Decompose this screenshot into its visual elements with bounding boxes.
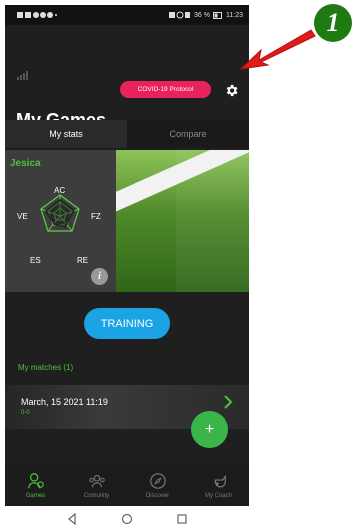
nav-label-my-coach: My Coach: [204, 492, 232, 499]
gear-icon[interactable]: [224, 83, 239, 98]
nav-label-games: Games: [25, 492, 46, 499]
annotation-arrow-icon: [239, 29, 316, 70]
nav-label-discover: Discover: [145, 492, 170, 499]
nav-label-community: Comunity: [83, 492, 110, 499]
radar-panel: Jesica AC VE FZ ES RE i: [5, 150, 116, 292]
radar-label-ac: AC: [54, 186, 66, 195]
tab-compare[interactable]: Compare: [127, 120, 249, 148]
bottom-nav: Games Comunity Discover My Coach: [5, 464, 249, 506]
stats-tabs: My stats Compare: [5, 120, 249, 148]
clock: 11:23: [226, 11, 243, 19]
status-right: 36 % 11:23: [169, 11, 243, 19]
signal-strength-icon: [17, 71, 28, 80]
info-icon[interactable]: i: [91, 268, 108, 285]
training-button[interactable]: TRAINING: [84, 308, 170, 339]
radar-label-fz: FZ: [91, 212, 101, 221]
nav-discover[interactable]: Discover: [127, 464, 188, 506]
games-icon: [27, 472, 44, 488]
header: COVID-19 Protocol My Games: [5, 25, 249, 130]
chevron-right-icon[interactable]: [223, 395, 233, 409]
back-triangle-icon[interactable]: [66, 513, 78, 525]
status-bar: 36 % 11:23: [5, 5, 249, 25]
notification-icons: [17, 12, 57, 18]
field-image: [116, 150, 249, 292]
compass-icon: [149, 472, 166, 489]
community-icon: [88, 474, 105, 487]
home-circle-icon[interactable]: [121, 513, 133, 525]
status-icons: [169, 11, 191, 19]
system-nav-bar: [5, 506, 249, 532]
covid-protocol-button[interactable]: COVID-19 Protocol: [120, 81, 211, 98]
battery-icon: [213, 11, 222, 19]
tab-my-stats[interactable]: My stats: [5, 120, 127, 148]
my-matches-label: My matches (1): [18, 363, 74, 372]
whistle-icon: [214, 474, 226, 487]
nav-community[interactable]: Comunity: [66, 464, 127, 506]
recents-square-icon[interactable]: [176, 513, 188, 525]
nav-games[interactable]: Games: [5, 464, 66, 506]
radar-label-re: RE: [77, 256, 89, 265]
radar-label-es: ES: [30, 256, 41, 265]
match-date: March, 15 2021 11:19: [21, 397, 108, 407]
nav-my-coach[interactable]: My Coach: [188, 464, 249, 506]
annotation-number-badge: 1: [314, 4, 352, 42]
match-score: 0-0: [21, 410, 30, 416]
stats-card: Jesica AC VE FZ ES RE i: [5, 150, 249, 292]
add-match-button[interactable]: +: [191, 411, 228, 448]
phone-screen: 36 % 11:23 COVID-19 Protocol My Games My…: [5, 5, 249, 532]
battery-level: 36 %: [194, 11, 210, 19]
status-notification-icons: [17, 11, 59, 19]
radar-label-ve: VE: [17, 212, 28, 221]
